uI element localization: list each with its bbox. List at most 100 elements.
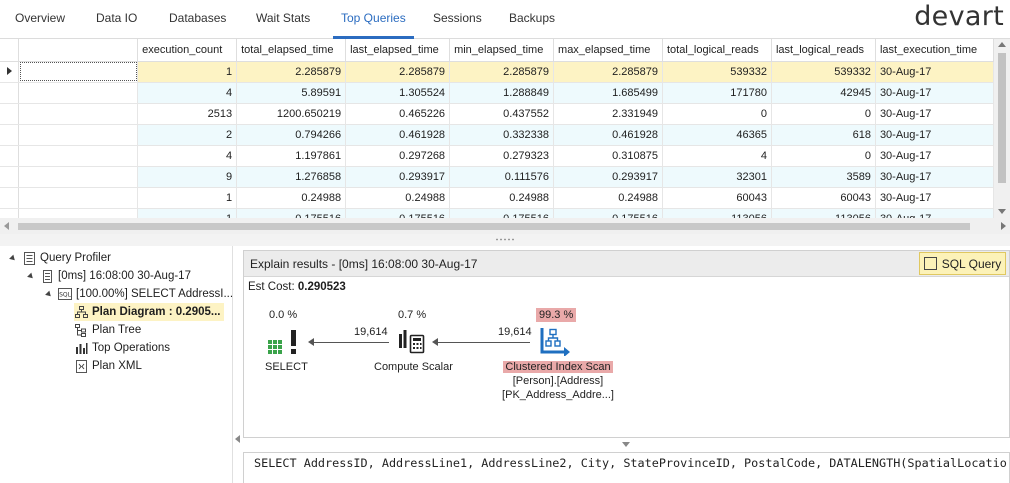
table-cell[interactable]: 0.310875 — [553, 145, 663, 167]
table-row[interactable]: 4 5.89591 1.305524 1.288849 1.685499 171780 42… — [0, 82, 994, 104]
compute-scalar-icon[interactable] — [399, 330, 427, 357]
table-row[interactable]: 1 0.24988 0.24988 0.24988 0.24988 60043 60043 3… — [0, 187, 994, 209]
table-cell[interactable]: 0.332338 — [449, 124, 555, 146]
table-cell[interactable]: 0.175516 — [553, 208, 663, 218]
row-indicator[interactable] — [0, 61, 20, 83]
tab-data-io[interactable]: Data IO — [96, 11, 137, 31]
column-header[interactable]: last_logical_reads — [771, 39, 876, 62]
table-cell[interactable]: 0.465226 — [345, 103, 451, 125]
clustered-index-scan-icon[interactable] — [540, 328, 570, 359]
select-operator-icon[interactable] — [268, 330, 300, 359]
column-header[interactable]: execution_count — [137, 39, 238, 62]
collapse-icon[interactable] — [9, 254, 17, 262]
table-cell[interactable]: 2513 — [137, 103, 238, 125]
query-text-cell[interactable] — [18, 166, 139, 188]
sql-text-editor[interactable]: SELECT AddressID, AddressLine1, AddressL… — [243, 452, 1010, 483]
row-indicator[interactable] — [0, 82, 20, 104]
row-indicator[interactable] — [0, 187, 20, 209]
table-cell[interactable]: 171780 — [662, 82, 772, 104]
table-cell[interactable]: 1.197861 — [236, 145, 347, 167]
tab-databases[interactable]: Databases — [169, 11, 226, 31]
table-cell[interactable]: 0.794266 — [236, 124, 347, 146]
column-header[interactable]: total_logical_reads — [662, 39, 772, 62]
table-cell[interactable]: 1.305524 — [345, 82, 451, 104]
left-scroll-arrow[interactable] — [233, 430, 243, 448]
table-cell[interactable]: 32301 — [662, 166, 772, 188]
tree-node-plan-xml[interactable]: Plan XML — [74, 357, 142, 375]
table-cell[interactable]: 0.175516 — [449, 208, 555, 218]
tab-sessions[interactable]: Sessions — [433, 11, 482, 31]
pane-splitter[interactable] — [0, 234, 1010, 246]
table-cell[interactable]: 0.24988 — [236, 187, 347, 209]
table-cell[interactable]: 60043 — [771, 187, 876, 209]
tree-node-query-profiler[interactable]: Query Profiler — [9, 249, 111, 267]
table-cell[interactable]: 0 — [771, 103, 876, 125]
tab-top-queries[interactable]: Top Queries — [333, 11, 414, 39]
table-row[interactable]: 4 1.197861 0.297268 0.279323 0.310875 4 0 30-Au… — [0, 145, 994, 167]
scroll-thumb[interactable] — [998, 53, 1006, 183]
table-cell[interactable]: 30-Aug-17 — [875, 187, 994, 209]
table-cell[interactable]: 1.276858 — [236, 166, 347, 188]
column-header[interactable]: total_elapsed_time — [236, 39, 347, 62]
table-cell[interactable]: 539332 — [662, 61, 772, 83]
table-cell[interactable]: 0.175516 — [236, 208, 347, 218]
tree-node-session[interactable]: [0ms] 16:08:00 30-Aug-17 — [27, 267, 191, 285]
query-text-cell[interactable] — [18, 208, 139, 218]
table-cell[interactable]: 2.331949 — [553, 103, 663, 125]
query-text-cell[interactable] — [18, 124, 139, 146]
column-header[interactable]: max_elapsed_time — [553, 39, 663, 62]
scroll-thumb[interactable] — [18, 223, 970, 230]
grid-vertical-scrollbar[interactable] — [994, 39, 1010, 218]
table-row[interactable]: 10.1755160.1755160.1755160.1755161130561… — [0, 208, 994, 218]
table-cell[interactable]: 4 — [662, 145, 772, 167]
table-cell[interactable]: 30-Aug-17 — [875, 82, 994, 104]
table-cell[interactable]: 0.297268 — [345, 145, 451, 167]
table-cell[interactable]: 1200.650219 — [236, 103, 347, 125]
table-cell[interactable]: 1.288849 — [449, 82, 555, 104]
table-cell[interactable]: 0.461928 — [553, 124, 663, 146]
table-cell[interactable]: 30-Aug-17 — [875, 145, 994, 167]
table-cell[interactable]: 3589 — [771, 166, 876, 188]
table-cell[interactable]: 0 — [662, 103, 772, 125]
scroll-left-icon[interactable] — [4, 222, 9, 230]
row-indicator[interactable] — [0, 166, 20, 188]
table-cell[interactable]: 30-Aug-17 — [875, 103, 994, 125]
tab-wait-stats[interactable]: Wait Stats — [256, 11, 310, 31]
tree-node-statement[interactable]: SQL [100.00%] SELECT AddressI... — [45, 285, 233, 303]
query-text-header[interactable] — [18, 39, 139, 62]
table-cell[interactable]: 42945 — [771, 82, 876, 104]
column-header[interactable]: min_elapsed_time — [449, 39, 555, 62]
query-text-cell[interactable] — [18, 103, 139, 125]
table-cell[interactable]: 113056 — [771, 208, 876, 218]
table-cell[interactable]: 30-Aug-17 — [875, 124, 994, 146]
table-cell[interactable]: 1 — [137, 208, 238, 218]
table-row[interactable]: 1 2.285879 2.285879 2.285879 2.285879 539332 5… — [0, 61, 994, 83]
table-cell[interactable]: 4 — [137, 145, 238, 167]
table-cell[interactable]: 2.285879 — [449, 61, 555, 83]
scroll-up-icon[interactable] — [998, 42, 1006, 47]
table-cell[interactable]: 0.175516 — [345, 208, 451, 218]
tree-node-top-operations[interactable]: Top Operations — [74, 339, 170, 357]
column-header[interactable]: last_elapsed_time — [345, 39, 451, 62]
row-indicator[interactable] — [0, 124, 20, 146]
table-cell[interactable]: 0.279323 — [449, 145, 555, 167]
table-cell[interactable]: 113056 — [662, 208, 772, 218]
table-cell[interactable]: 2.285879 — [236, 61, 347, 83]
scroll-down-icon[interactable] — [998, 209, 1006, 214]
table-cell[interactable]: 0.24988 — [553, 187, 663, 209]
expand-down-icon[interactable] — [622, 442, 630, 447]
row-indicator[interactable] — [0, 208, 20, 218]
table-cell[interactable]: 539332 — [771, 61, 876, 83]
table-cell[interactable]: 46365 — [662, 124, 772, 146]
query-text-cell[interactable] — [18, 61, 139, 83]
splitter-grip-icon[interactable] — [495, 238, 515, 241]
table-cell[interactable]: 0.24988 — [345, 187, 451, 209]
table-cell[interactable]: 5.89591 — [236, 82, 347, 104]
table-row[interactable]: 2 0.794266 0.461928 0.332338 0.461928 46365 61… — [0, 124, 994, 146]
table-cell[interactable]: 30-Aug-17 — [875, 208, 994, 218]
table-cell[interactable]: 0.293917 — [345, 166, 451, 188]
table-row[interactable]: 9 1.276858 0.293917 0.111576 0.293917 32301 35… — [0, 166, 994, 188]
query-text-cell[interactable] — [18, 82, 139, 104]
table-cell[interactable]: 2 — [137, 124, 238, 146]
sql-query-button[interactable]: SQL Query — [919, 252, 1006, 275]
